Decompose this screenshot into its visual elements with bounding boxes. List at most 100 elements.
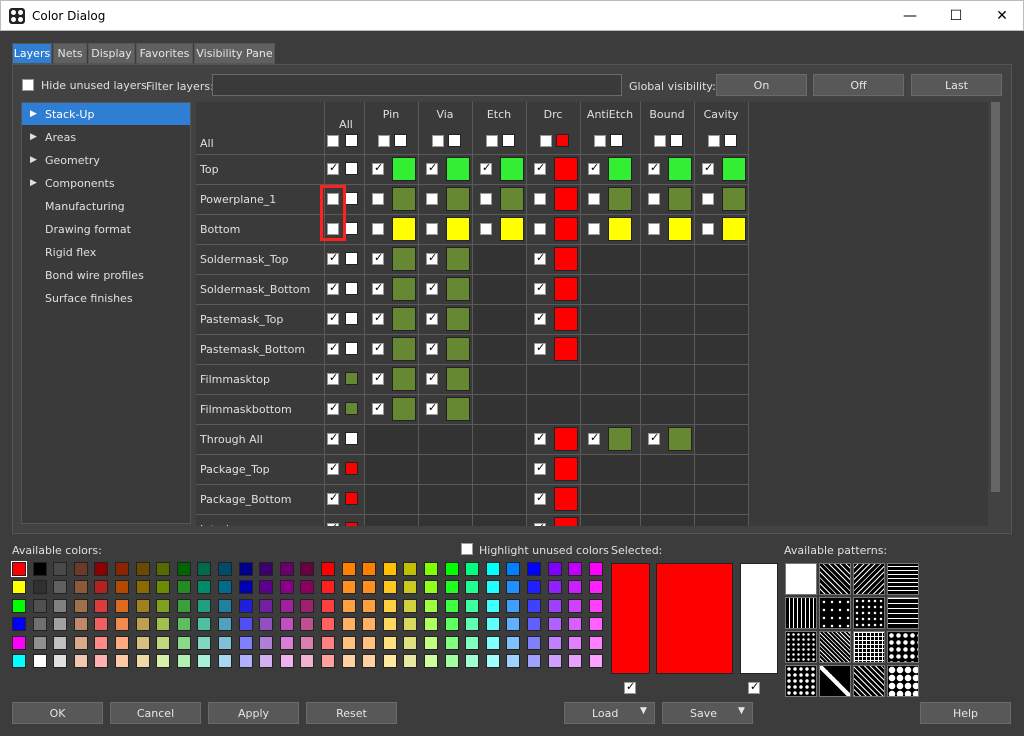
- load-button[interactable]: Load ▼: [564, 702, 655, 724]
- cell-color-swatch[interactable]: [554, 157, 578, 181]
- palette-color[interactable]: [362, 617, 377, 632]
- palette-color[interactable]: [300, 562, 315, 576]
- palette-color[interactable]: [12, 617, 26, 632]
- palette-color[interactable]: [444, 635, 459, 650]
- palette-color[interactable]: [135, 635, 150, 650]
- filter-input[interactable]: [212, 74, 622, 96]
- cell-checkbox[interactable]: [534, 281, 546, 295]
- palette-color[interactable]: [403, 617, 418, 632]
- cell-checkbox[interactable]: [588, 223, 600, 235]
- palette-color[interactable]: [300, 654, 315, 668]
- tree-item[interactable]: Rigid flex: [22, 241, 190, 263]
- cell-checkbox[interactable]: [534, 341, 546, 355]
- cell-color-swatch[interactable]: [668, 187, 692, 211]
- palette-color[interactable]: [94, 635, 109, 650]
- palette-color[interactable]: [341, 654, 356, 668]
- palette-color[interactable]: [485, 598, 500, 613]
- palette-color[interactable]: [547, 654, 562, 668]
- palette-color[interactable]: [506, 635, 521, 650]
- palette-color[interactable]: [568, 598, 583, 613]
- close-button[interactable]: ✕: [979, 1, 1024, 31]
- cell-color-swatch[interactable]: [554, 217, 578, 241]
- palette-color[interactable]: [238, 635, 253, 650]
- palette-color[interactable]: [300, 580, 315, 595]
- palette-color[interactable]: [32, 580, 47, 595]
- palette-color[interactable]: [321, 654, 335, 668]
- pattern-swatch[interactable]: [785, 563, 817, 595]
- palette-color[interactable]: [465, 654, 480, 668]
- palette-color[interactable]: [238, 654, 253, 668]
- palette-color[interactable]: [403, 654, 418, 668]
- palette-color[interactable]: [197, 617, 212, 632]
- palette-color[interactable]: [568, 617, 583, 632]
- palette-color[interactable]: [11, 561, 27, 577]
- expand-arrow-icon[interactable]: ▶: [30, 178, 37, 188]
- palette-color[interactable]: [218, 598, 232, 613]
- load-dropdown-icon[interactable]: ▼: [640, 706, 647, 716]
- cell-checkbox[interactable]: [480, 161, 492, 175]
- palette-color[interactable]: [321, 580, 335, 595]
- cell-color-swatch[interactable]: [446, 187, 470, 211]
- palette-color[interactable]: [444, 617, 459, 632]
- palette-color[interactable]: [94, 598, 109, 613]
- all-visibility-checkbox[interactable]: [327, 135, 339, 147]
- palette-color[interactable]: [321, 598, 335, 613]
- cell-checkbox[interactable]: [702, 223, 714, 235]
- layer-all-swatch[interactable]: [345, 192, 358, 205]
- palette-color[interactable]: [300, 598, 315, 613]
- cell-color-swatch[interactable]: [392, 397, 416, 421]
- cell-checkbox[interactable]: [372, 341, 384, 355]
- palette-color[interactable]: [197, 654, 212, 668]
- palette-color[interactable]: [176, 598, 191, 613]
- cancel-button[interactable]: Cancel: [110, 702, 201, 724]
- global-last-button[interactable]: Last: [911, 74, 1002, 96]
- cell-checkbox[interactable]: [372, 281, 384, 295]
- palette-color[interactable]: [341, 635, 356, 650]
- palette-color[interactable]: [341, 562, 356, 576]
- layer-all-swatch[interactable]: [345, 312, 358, 325]
- column-visibility-checkbox[interactable]: [708, 135, 720, 147]
- pattern-swatch[interactable]: [853, 631, 885, 663]
- palette-color[interactable]: [197, 598, 212, 613]
- maximize-button[interactable]: ☐: [933, 1, 979, 31]
- cell-color-swatch[interactable]: [608, 217, 632, 241]
- palette-color[interactable]: [176, 654, 191, 668]
- tree-item[interactable]: ▶ Stack-Up: [22, 103, 190, 125]
- pattern-swatch[interactable]: [887, 665, 919, 697]
- cell-checkbox[interactable]: [480, 193, 492, 205]
- selected-primary-swatch[interactable]: [611, 563, 650, 674]
- tree-item[interactable]: ▶ Areas: [22, 126, 190, 148]
- layer-all-swatch[interactable]: [345, 492, 358, 505]
- cell-color-swatch[interactable]: [446, 307, 470, 331]
- palette-color[interactable]: [362, 598, 377, 613]
- palette-color[interactable]: [382, 580, 397, 595]
- layer-all-checkbox[interactable]: [327, 251, 339, 265]
- layer-all-swatch[interactable]: [345, 282, 358, 295]
- pattern-swatch[interactable]: [819, 665, 851, 697]
- palette-color[interactable]: [279, 635, 294, 650]
- cell-checkbox[interactable]: [426, 341, 438, 355]
- cell-checkbox[interactable]: [534, 193, 546, 205]
- column-visibility-checkbox[interactable]: [432, 135, 444, 147]
- palette-color[interactable]: [362, 562, 377, 576]
- cell-color-swatch[interactable]: [500, 217, 524, 241]
- column-visibility-checkbox[interactable]: [378, 135, 390, 147]
- cell-checkbox[interactable]: [426, 193, 438, 205]
- palette-color[interactable]: [547, 635, 562, 650]
- palette-color[interactable]: [424, 617, 438, 632]
- palette-color[interactable]: [506, 580, 521, 595]
- pattern-swatch[interactable]: [887, 597, 919, 629]
- cell-checkbox[interactable]: [426, 401, 438, 415]
- palette-color[interactable]: [218, 562, 232, 576]
- palette-color[interactable]: [94, 580, 109, 595]
- layer-all-checkbox[interactable]: [327, 401, 339, 415]
- tree-item[interactable]: Bond wire profiles: [22, 264, 190, 286]
- palette-color[interactable]: [485, 562, 500, 576]
- layer-all-swatch[interactable]: [345, 162, 358, 175]
- column-visibility-checkbox[interactable]: [540, 135, 552, 147]
- cell-color-swatch[interactable]: [554, 187, 578, 211]
- cell-checkbox[interactable]: [648, 193, 660, 205]
- cell-checkbox[interactable]: [534, 491, 546, 505]
- cell-color-swatch[interactable]: [722, 157, 746, 181]
- reset-button[interactable]: Reset: [306, 702, 397, 724]
